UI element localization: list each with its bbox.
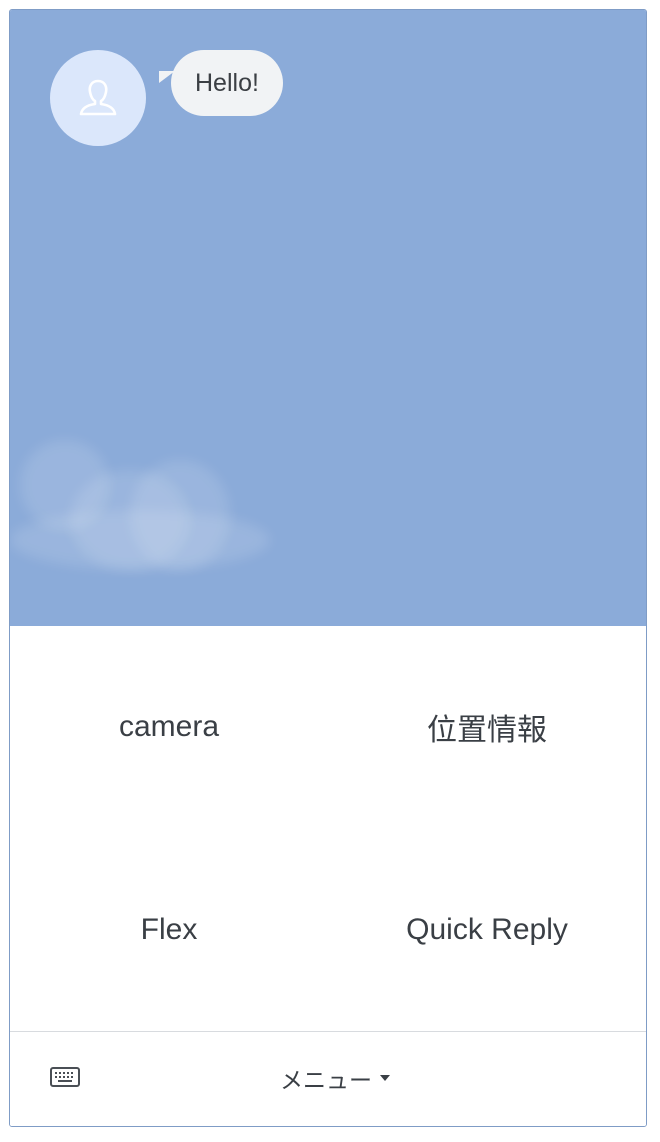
- avatar: [50, 50, 146, 146]
- chat-footer: メニュー: [10, 1031, 646, 1126]
- keyboard-icon[interactable]: [50, 1066, 80, 1088]
- line-chat-simulator: Hello! camera 位置情報 Flex Quick Reply メニュー: [9, 9, 647, 1127]
- rich-menu-item-label: 位置情報: [427, 713, 547, 748]
- rich-menu-item-quick-reply[interactable]: Quick Reply: [328, 828, 646, 1031]
- rich-menu-item-label: Quick Reply: [406, 912, 568, 946]
- chat-area: Hello!: [10, 10, 646, 626]
- rich-menu-item-label: Flex: [140, 912, 198, 946]
- rich-menu-item-location[interactable]: 位置情報: [328, 626, 646, 828]
- rich-menu-item-label: camera: [118, 710, 220, 743]
- rich-menu-item-camera[interactable]: camera: [10, 626, 328, 828]
- menu-toggle-label: メニュー: [280, 1068, 372, 1094]
- user-icon: [79, 79, 117, 116]
- background-cloud: [10, 510, 270, 570]
- message-bubble: Hello!: [171, 50, 283, 116]
- rich-menu-item-flex[interactable]: Flex: [10, 828, 328, 1031]
- message-text: Hello!: [195, 68, 259, 97]
- rich-menu: camera 位置情報 Flex Quick Reply: [10, 626, 646, 1031]
- caret-down-icon: [380, 1075, 390, 1081]
- menu-toggle-button[interactable]: メニュー: [280, 1060, 390, 1096]
